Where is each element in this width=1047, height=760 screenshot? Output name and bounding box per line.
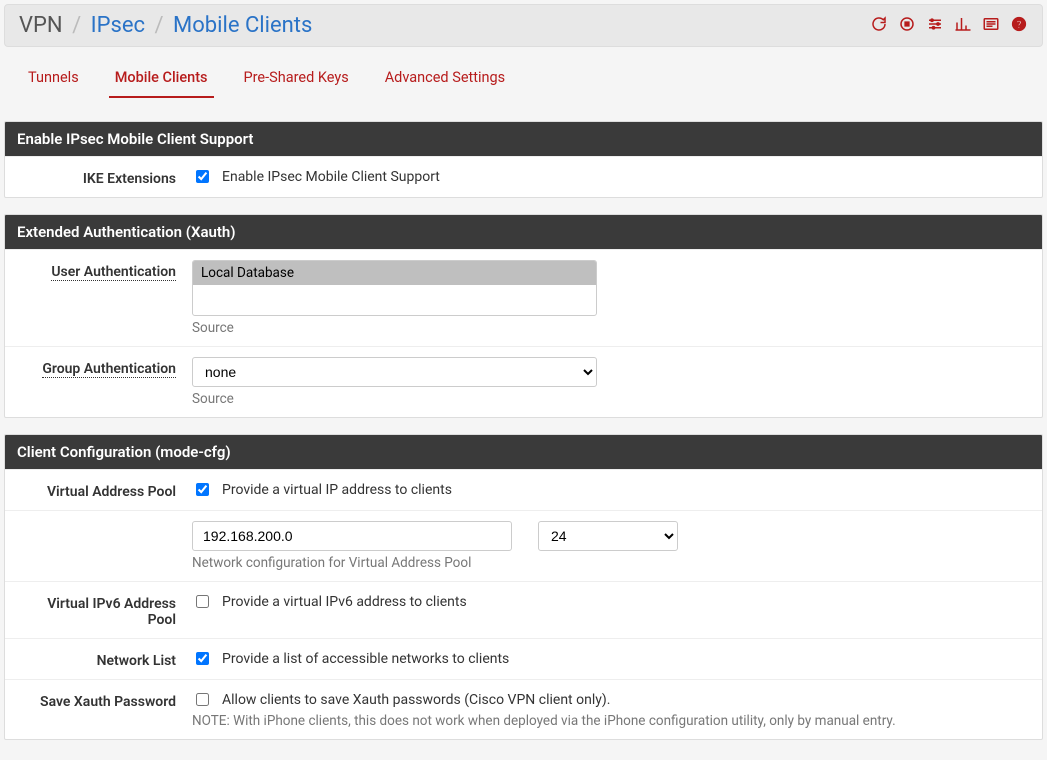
log-icon[interactable] bbox=[982, 15, 1000, 37]
bar-chart-icon[interactable] bbox=[954, 15, 972, 37]
save-xauth-note: NOTE: With iPhone clients, this does not… bbox=[192, 713, 1030, 729]
tab-tunnels[interactable]: Tunnels bbox=[22, 59, 85, 98]
panel-header: Client Configuration (mode-cfg) bbox=[5, 435, 1042, 469]
page-header: VPN / IPsec / Mobile Clients ? bbox=[4, 4, 1043, 47]
enable-ipsec-checkbox[interactable] bbox=[196, 170, 209, 183]
breadcrumb-ipsec[interactable]: IPsec bbox=[91, 13, 145, 38]
panel-header: Extended Authentication (Xauth) bbox=[5, 215, 1042, 249]
breadcrumb-root: VPN bbox=[19, 13, 63, 38]
virtual-ipv6-pool-text: Provide a virtual IPv6 address to client… bbox=[222, 594, 467, 610]
help-icon[interactable]: ? bbox=[1010, 15, 1028, 37]
enable-ipsec-text: Enable IPsec Mobile Client Support bbox=[222, 169, 440, 185]
user-authentication-option[interactable]: Local Database bbox=[193, 261, 596, 285]
network-list-text: Provide a list of accessible networks to… bbox=[222, 651, 509, 667]
save-xauth-checkbox[interactable] bbox=[196, 693, 209, 706]
breadcrumb-leaf[interactable]: Mobile Clients bbox=[173, 13, 312, 38]
sliders-icon[interactable] bbox=[926, 15, 944, 37]
tab-pre-shared-keys[interactable]: Pre-Shared Keys bbox=[238, 59, 355, 98]
vap-prefix-select[interactable]: 24 bbox=[538, 521, 678, 551]
vap-network-input[interactable] bbox=[192, 521, 512, 551]
tab-advanced-settings[interactable]: Advanced Settings bbox=[379, 59, 511, 98]
svg-text:?: ? bbox=[1017, 19, 1022, 30]
panel-header: Enable IPsec Mobile Client Support bbox=[5, 122, 1042, 156]
virtual-ipv6-pool-checkbox[interactable] bbox=[196, 595, 209, 608]
ike-extensions-label: IKE Extensions bbox=[17, 167, 192, 187]
virtual-address-pool-text: Provide a virtual IP address to clients bbox=[222, 482, 452, 498]
tab-mobile-clients[interactable]: Mobile Clients bbox=[109, 59, 214, 98]
group-auth-help: Source bbox=[192, 391, 1030, 407]
user-authentication-label: User Authentication bbox=[17, 260, 192, 280]
virtual-ipv6-pool-label: Virtual IPv6 Address Pool bbox=[17, 592, 192, 628]
virtual-address-pool-label: Virtual Address Pool bbox=[17, 480, 192, 500]
user-authentication-listbox[interactable]: Local Database bbox=[192, 260, 597, 316]
breadcrumb: VPN / IPsec / Mobile Clients bbox=[19, 13, 312, 38]
save-xauth-text: Allow clients to save Xauth passwords (C… bbox=[222, 692, 610, 708]
tabs: Tunnels Mobile Clients Pre-Shared Keys A… bbox=[4, 59, 1043, 99]
header-toolbar: ? bbox=[870, 15, 1028, 37]
panel-xauth: Extended Authentication (Xauth) User Aut… bbox=[4, 214, 1043, 418]
breadcrumb-sep: / bbox=[150, 13, 167, 38]
vap-help: Network configuration for Virtual Addres… bbox=[192, 555, 1030, 571]
breadcrumb-sep: / bbox=[68, 13, 85, 38]
stop-icon[interactable] bbox=[898, 15, 916, 37]
virtual-address-pool-checkbox[interactable] bbox=[196, 483, 209, 496]
network-list-checkbox[interactable] bbox=[196, 652, 209, 665]
group-authentication-select[interactable]: none bbox=[192, 357, 597, 387]
network-list-label: Network List bbox=[17, 649, 192, 669]
panel-enable-ipsec: Enable IPsec Mobile Client Support IKE E… bbox=[4, 121, 1043, 198]
refresh-icon[interactable] bbox=[870, 15, 888, 37]
user-auth-help: Source bbox=[192, 320, 1030, 336]
panel-client-config: Client Configuration (mode-cfg) Virtual … bbox=[4, 434, 1043, 740]
save-xauth-label: Save Xauth Password bbox=[17, 690, 192, 710]
group-authentication-label: Group Authentication bbox=[17, 357, 192, 377]
